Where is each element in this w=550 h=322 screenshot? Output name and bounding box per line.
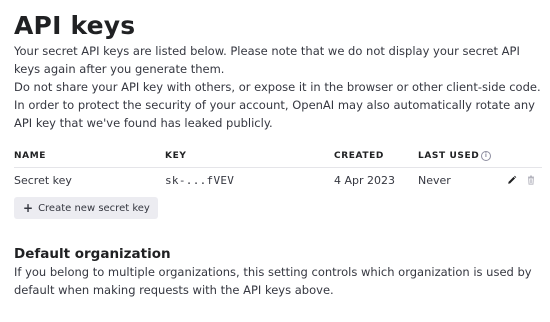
key-name-cell: Secret key	[14, 173, 72, 187]
column-header-key: KEY	[165, 145, 334, 168]
column-header-name: NAME	[14, 145, 165, 168]
api-keys-page: API keys Your secret API keys are listed…	[14, 10, 544, 299]
intro-paragraph-listing: Your secret API keys are listed below. P…	[14, 44, 520, 76]
intro-paragraph-security: Do not share your API key with others, o…	[14, 80, 541, 130]
table-row: Secret key sk-...fVEV 4 Apr 2023 Never	[14, 168, 542, 193]
column-header-last-used: LAST USED i	[418, 145, 507, 168]
create-button-label: Create new secret key	[38, 202, 150, 214]
key-created-cell: 4 Apr 2023	[334, 173, 396, 187]
key-actions-cell	[507, 168, 542, 193]
trash-icon[interactable]	[526, 175, 536, 185]
default-organization-description: If you belong to multiple organizations,…	[14, 265, 532, 297]
column-header-actions	[507, 145, 542, 168]
table-header-row: NAME KEY CREATED LAST USED i	[14, 145, 542, 168]
plus-icon: +	[23, 201, 34, 215]
column-header-created: CREATED	[334, 145, 418, 168]
page-title: API keys	[14, 11, 136, 40]
api-keys-table: NAME KEY CREATED LAST USED i Secret key s…	[14, 145, 542, 192]
default-organization-title: Default organization	[14, 246, 171, 262]
key-last-used-cell: Never	[418, 173, 451, 187]
key-value-cell: sk-...fVEV	[165, 173, 235, 187]
create-new-secret-key-button[interactable]: + Create new secret key	[14, 197, 158, 219]
pencil-icon[interactable]	[507, 175, 517, 185]
info-icon[interactable]: i	[481, 151, 492, 161]
